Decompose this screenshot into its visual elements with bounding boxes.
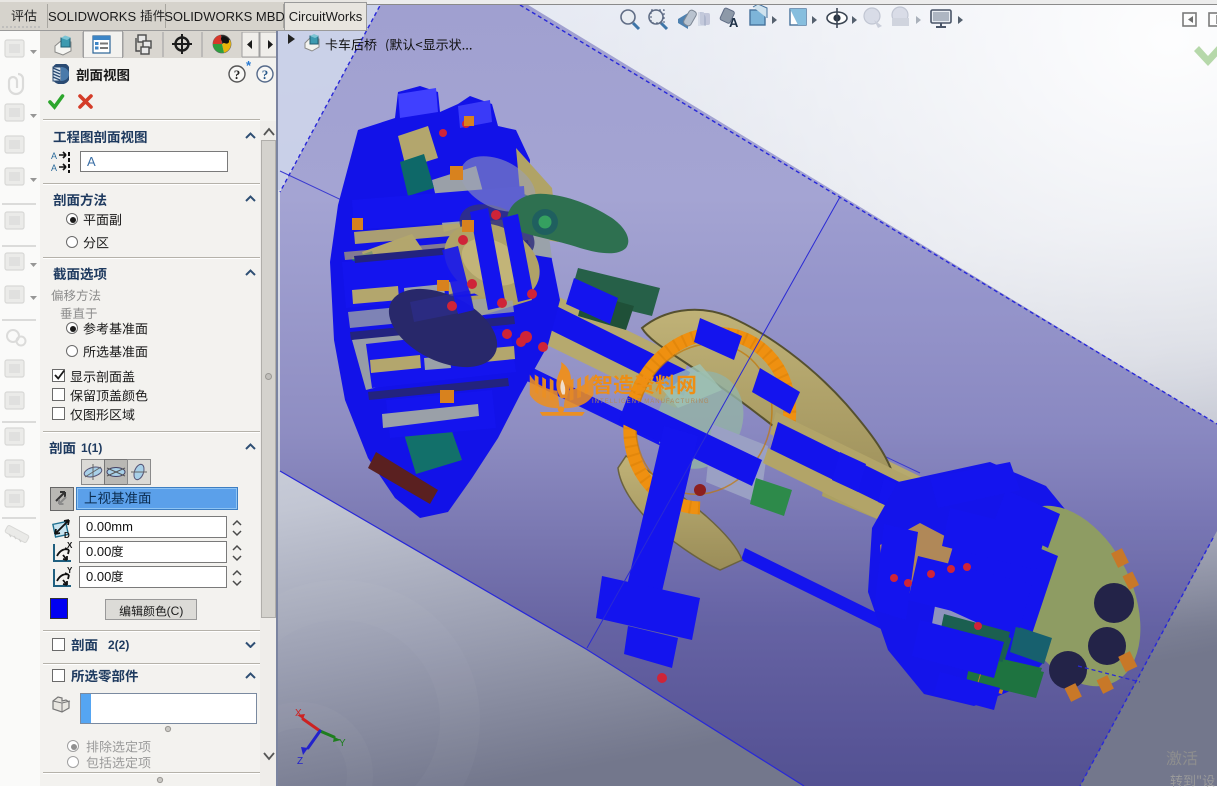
svg-text:A: A — [51, 163, 57, 173]
svg-text:A: A — [51, 151, 57, 161]
svg-text:X: X — [67, 542, 73, 550]
svg-text:Y: Y — [339, 738, 346, 749]
svg-text:*: * — [246, 60, 252, 73]
svg-text:A: A — [729, 15, 739, 30]
svg-text:?: ? — [234, 67, 241, 82]
svg-text:Y: Y — [67, 567, 73, 575]
svg-text:?: ? — [262, 67, 269, 82]
svg-text:X: X — [295, 708, 302, 719]
svg-text:D: D — [64, 531, 70, 539]
svg-text:Z: Z — [297, 756, 303, 767]
